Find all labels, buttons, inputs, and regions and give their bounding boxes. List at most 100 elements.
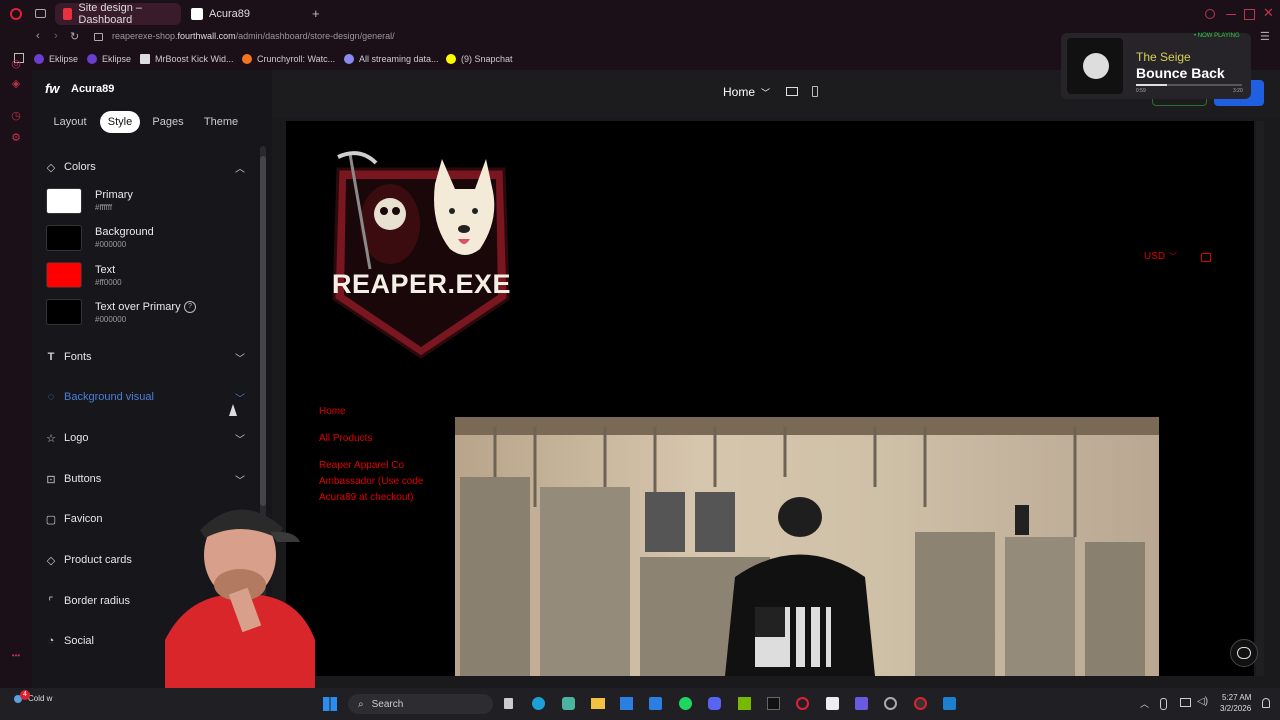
bookmark-snapchat[interactable]: (9) Snapchat [446,52,513,66]
photos-icon[interactable] [943,697,956,710]
tray-chevron-icon[interactable]: ︿ [1140,697,1149,710]
windows-start-icon[interactable] [323,697,337,711]
forward-icon[interactable]: › [54,30,58,42]
cart-icon[interactable] [1201,253,1211,262]
crunchyroll-icon [242,54,252,64]
opera-icon[interactable] [796,697,809,710]
cursor-icon: ⊡ [46,473,56,486]
volume-icon[interactable]: ◁) [1197,696,1208,707]
notification-badge: 4 [20,690,30,700]
copilot-icon[interactable] [562,697,575,710]
task-view-icon[interactable] [504,698,513,709]
color-hex: #ffffff [95,203,113,212]
mobile-view-icon[interactable] [812,86,818,97]
tab-layout[interactable]: Layout [46,111,94,133]
tab-pages[interactable]: Pages [146,111,190,133]
text-swatch[interactable] [46,262,82,288]
back-icon[interactable]: ‹ [36,30,40,42]
social-icon: ◔ [47,635,55,647]
panel-scrollbar-thumb[interactable] [260,156,266,506]
store-icon[interactable] [620,697,633,710]
color-hex: #ff0000 [95,278,122,287]
new-tab-button[interactable]: + [312,6,320,21]
settings-gear-icon[interactable] [884,697,897,710]
track-artist: The Seige [1136,50,1191,64]
browser-icon: ▢ [45,513,57,526]
section-label: Border radius [64,595,131,607]
nav-ambassador[interactable]: Reaper Apparel Co Ambassador (Use code A… [319,458,437,506]
bookmark-streaming-data[interactable]: All streaming data... [344,52,439,66]
section-colors[interactable]: ◇ Colors ︿ [45,158,245,176]
file-explorer-icon[interactable] [591,698,605,709]
tab-overview-icon[interactable] [35,9,46,18]
now-playing-widget[interactable]: • NOW PLAYING The Seige Bounce Back 0:59… [1061,33,1251,99]
page-select[interactable]: Home ﹀ [723,85,770,99]
terminal-icon[interactable] [767,697,780,710]
color-hex: #000000 [95,240,127,249]
taskbar-search[interactable]: ⌕ Search [348,694,493,714]
primary-swatch[interactable] [46,188,82,214]
tab-acura89[interactable]: Acura89 [183,3,309,25]
tab-style[interactable]: Style [100,111,140,133]
elapsed-time: 0:59 [1136,88,1146,94]
duration-time: 3:20 [1233,88,1243,94]
currency-select[interactable]: USD ﹀ [1144,251,1177,262]
nvidia-icon[interactable] [738,697,751,710]
background-swatch[interactable] [46,225,82,251]
chat-button[interactable] [1230,639,1258,667]
network-icon[interactable] [1180,698,1191,707]
preview-scrollbar[interactable] [1256,121,1264,676]
opera-logo-icon[interactable] [10,8,22,20]
windows-taskbar: Cold w 4 ⌕ Search ︿ ◁) 5:27 AM 3/2/2026 [0,688,1280,720]
minimize-icon[interactable] [1226,14,1236,15]
spotify-icon[interactable] [679,697,692,710]
section-label: Logo [64,432,89,444]
notifications-icon[interactable] [1262,698,1270,708]
progress-fill [1136,84,1167,86]
menu-icon[interactable]: ☰ [1260,30,1270,43]
mail-icon[interactable] [649,697,662,710]
section-background-visual[interactable]: ◌ Background visual ﹀ [45,388,245,406]
edge-icon[interactable] [532,697,545,710]
track-title: Bounce Back [1136,65,1225,81]
microphone-icon[interactable] [1160,698,1167,710]
section-label: Colors [64,161,96,173]
wallet-icon[interactable]: ◈ [10,78,22,90]
bookmark-crunchyroll[interactable]: Crunchyroll: Watc... [242,52,335,66]
window-search-icon[interactable] [1205,9,1215,19]
tab-site-design[interactable]: Site design – Dashboard [55,2,181,26]
bookmark-eklipse-2[interactable]: Eklipse [87,52,131,66]
bookmark-eklipse-1[interactable]: Eklipse [34,52,78,66]
text-over-primary-swatch[interactable] [46,299,82,325]
clock-date[interactable]: 3/2/2026 [1220,704,1251,713]
calculator-icon[interactable] [855,697,868,710]
section-buttons[interactable]: ⊡ Buttons ﹀ [45,470,245,488]
settings-icon[interactable]: ⚙ [10,132,22,144]
url-prefix: reaperexe-shop. [112,31,178,41]
reload-icon[interactable]: ↻ [70,30,79,43]
discord-icon[interactable] [708,697,721,710]
nav-home[interactable]: Home [319,404,346,420]
color-label: Primary [95,189,133,201]
maximize-icon[interactable] [1244,9,1255,20]
reaper-exe-logo[interactable]: REAPER.EXE [330,149,512,359]
lock-icon [94,33,103,41]
section-fonts[interactable]: T Fonts ﹀ [45,348,245,366]
desktop-view-icon[interactable] [786,87,798,96]
close-window-icon[interactable]: ✕ [1263,5,1274,21]
section-logo[interactable]: ☆ Logo ﹀ [45,429,245,447]
help-icon[interactable]: ? [184,301,196,313]
nav-all-products[interactable]: All Products [319,431,372,447]
capcut-icon[interactable] [826,697,839,710]
tab-theme[interactable]: Theme [196,111,246,133]
url-field[interactable]: reaperexe-shop.fourthwall.com/admin/dash… [112,31,395,41]
recorder-icon[interactable] [914,697,927,710]
webcam-overlay [165,490,315,688]
history-icon[interactable]: ◷ [10,110,22,122]
logo-text: REAPER.EXE [332,269,512,299]
bookmark-mrboost[interactable]: MrBoost Kick Wid... [140,52,234,66]
store-name[interactable]: Acura89 [71,83,114,95]
messenger-icon[interactable]: ◎ [10,58,22,70]
more-icon[interactable]: ••• [10,650,22,662]
clock-time[interactable]: 5:27 AM [1222,693,1251,702]
